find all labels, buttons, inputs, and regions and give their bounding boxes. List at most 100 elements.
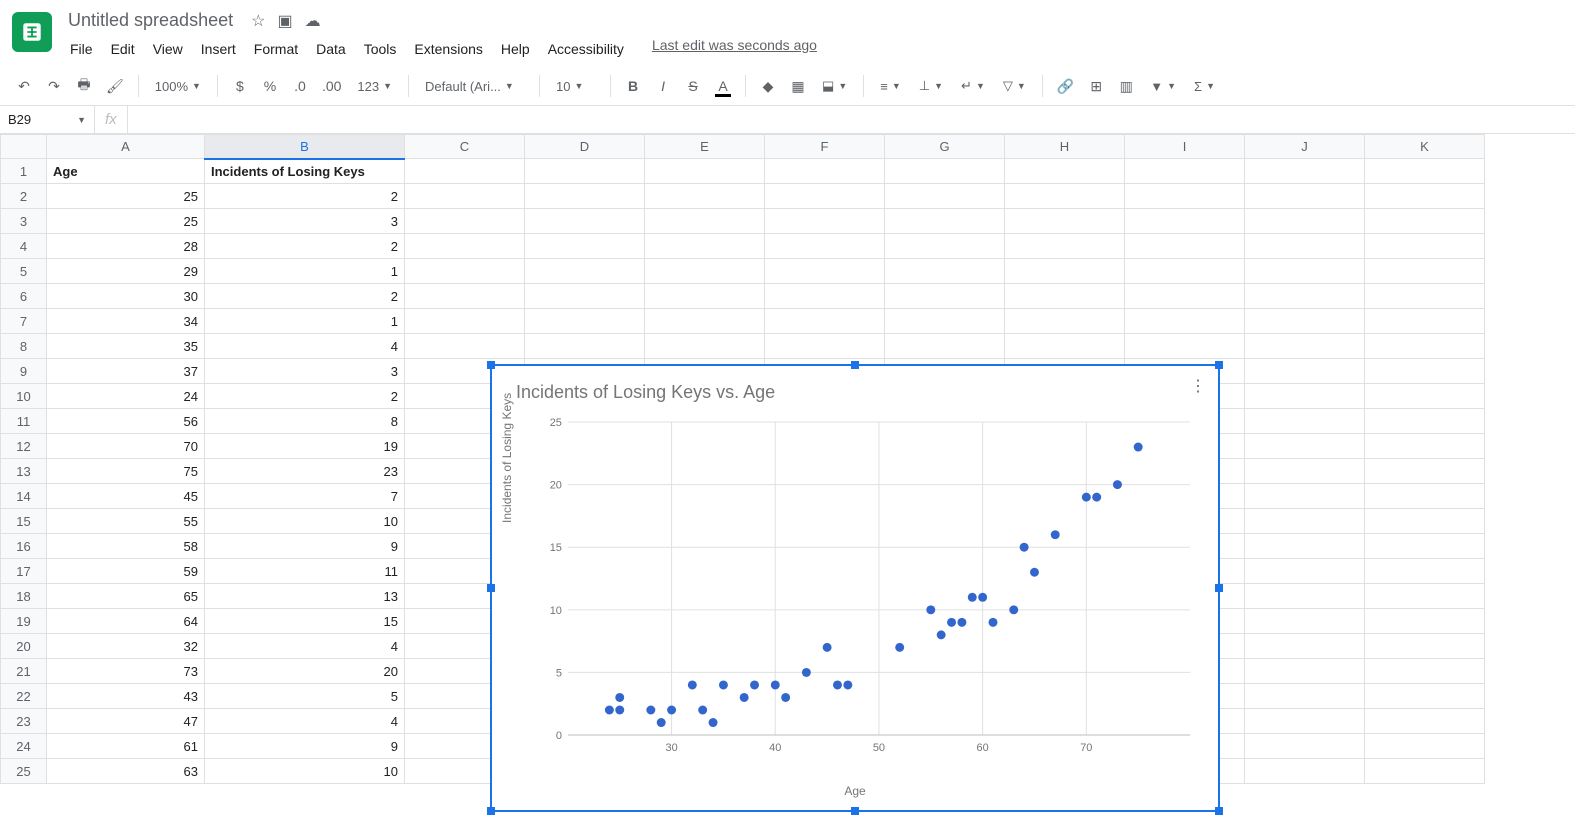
- cell[interactable]: [1245, 159, 1365, 184]
- row-header[interactable]: 16: [1, 534, 47, 559]
- cell[interactable]: 3: [205, 209, 405, 234]
- cell[interactable]: 63: [47, 759, 205, 784]
- vertical-align-dropdown[interactable]: ⊥▼: [913, 73, 949, 99]
- cell[interactable]: [1365, 734, 1485, 759]
- cell[interactable]: 34: [47, 309, 205, 334]
- merge-cells-dropdown[interactable]: ⬓▼: [816, 73, 853, 99]
- cell[interactable]: [1245, 484, 1365, 509]
- cell[interactable]: [1125, 234, 1245, 259]
- cell[interactable]: 13: [205, 584, 405, 609]
- row-header[interactable]: 9: [1, 359, 47, 384]
- cell[interactable]: [1245, 259, 1365, 284]
- cell[interactable]: [405, 159, 525, 184]
- row-header[interactable]: 8: [1, 334, 47, 359]
- cell[interactable]: [525, 184, 645, 209]
- menu-insert[interactable]: Insert: [193, 37, 244, 61]
- cell[interactable]: 8: [205, 409, 405, 434]
- column-header-F[interactable]: F: [765, 135, 885, 159]
- cell[interactable]: 5: [205, 684, 405, 709]
- insert-link-button[interactable]: 🔗: [1053, 73, 1078, 99]
- cell[interactable]: [1005, 159, 1125, 184]
- cell[interactable]: 61: [47, 734, 205, 759]
- cell[interactable]: [1365, 209, 1485, 234]
- cell[interactable]: 32: [47, 634, 205, 659]
- cell[interactable]: [1125, 284, 1245, 309]
- resize-handle-sw[interactable]: [487, 807, 495, 815]
- row-header[interactable]: 24: [1, 734, 47, 759]
- cell[interactable]: 4: [205, 334, 405, 359]
- cell[interactable]: 9: [205, 734, 405, 759]
- text-wrap-dropdown[interactable]: ↵▼: [955, 73, 991, 99]
- menu-extensions[interactable]: Extensions: [406, 37, 490, 61]
- cell[interactable]: [1245, 284, 1365, 309]
- row-header[interactable]: 21: [1, 659, 47, 684]
- cell[interactable]: 2: [205, 384, 405, 409]
- cell[interactable]: 4: [205, 634, 405, 659]
- row-header[interactable]: 6: [1, 284, 47, 309]
- cell[interactable]: [1365, 559, 1485, 584]
- row-header[interactable]: 14: [1, 484, 47, 509]
- name-box[interactable]: B29▼: [0, 106, 95, 133]
- cell[interactable]: [1365, 759, 1485, 784]
- redo-button[interactable]: ↷: [42, 73, 66, 99]
- cell[interactable]: [1125, 309, 1245, 334]
- cell[interactable]: [1365, 434, 1485, 459]
- cell[interactable]: [645, 184, 765, 209]
- row-header[interactable]: 15: [1, 509, 47, 534]
- cell[interactable]: [765, 259, 885, 284]
- cell[interactable]: [1365, 309, 1485, 334]
- cell[interactable]: 2: [205, 234, 405, 259]
- chart-object[interactable]: ⋮ Incidents of Losing Keys vs. Age Incid…: [490, 364, 1220, 812]
- cell[interactable]: 25: [47, 184, 205, 209]
- cell[interactable]: [645, 284, 765, 309]
- cell[interactable]: [405, 259, 525, 284]
- cell[interactable]: [1245, 659, 1365, 684]
- print-button[interactable]: 🖶: [72, 73, 96, 99]
- cell[interactable]: 37: [47, 359, 205, 384]
- zoom-dropdown[interactable]: 100%▼: [149, 73, 207, 99]
- cell[interactable]: [885, 159, 1005, 184]
- cell[interactable]: [1245, 534, 1365, 559]
- cell[interactable]: [1365, 509, 1485, 534]
- italic-button[interactable]: I: [651, 73, 675, 99]
- menu-help[interactable]: Help: [493, 37, 538, 61]
- decrease-decimal-button[interactable]: .0: [288, 73, 312, 99]
- cell[interactable]: [1245, 359, 1365, 384]
- menu-view[interactable]: View: [145, 37, 191, 61]
- cell[interactable]: [1365, 259, 1485, 284]
- cell[interactable]: [1365, 409, 1485, 434]
- cell[interactable]: 28: [47, 234, 205, 259]
- cell[interactable]: [1245, 684, 1365, 709]
- cell[interactable]: 75: [47, 459, 205, 484]
- cell[interactable]: [1245, 634, 1365, 659]
- cell[interactable]: [1365, 659, 1485, 684]
- paint-format-button[interactable]: 🖌: [102, 73, 128, 99]
- menu-file[interactable]: File: [62, 37, 101, 61]
- cell[interactable]: [1005, 259, 1125, 284]
- cell[interactable]: [525, 209, 645, 234]
- cell[interactable]: [645, 209, 765, 234]
- column-header-J[interactable]: J: [1245, 135, 1365, 159]
- cell[interactable]: [885, 234, 1005, 259]
- row-header[interactable]: 23: [1, 709, 47, 734]
- cell[interactable]: 65: [47, 584, 205, 609]
- row-header[interactable]: 4: [1, 234, 47, 259]
- cell[interactable]: [1365, 684, 1485, 709]
- cell[interactable]: 30: [47, 284, 205, 309]
- cell[interactable]: 23: [205, 459, 405, 484]
- column-header-H[interactable]: H: [1005, 135, 1125, 159]
- more-formats-dropdown[interactable]: 123▼: [351, 73, 398, 99]
- cell[interactable]: 2: [205, 184, 405, 209]
- cell[interactable]: 10: [205, 759, 405, 784]
- cell[interactable]: 1: [205, 309, 405, 334]
- resize-handle-nw[interactable]: [487, 361, 495, 369]
- menu-format[interactable]: Format: [246, 37, 306, 61]
- cell[interactable]: [885, 284, 1005, 309]
- star-icon[interactable]: ☆: [251, 11, 265, 31]
- cell[interactable]: 55: [47, 509, 205, 534]
- menu-data[interactable]: Data: [308, 37, 354, 61]
- cell[interactable]: 10: [205, 509, 405, 534]
- cell[interactable]: [765, 334, 885, 359]
- cell[interactable]: [405, 184, 525, 209]
- row-header[interactable]: 20: [1, 634, 47, 659]
